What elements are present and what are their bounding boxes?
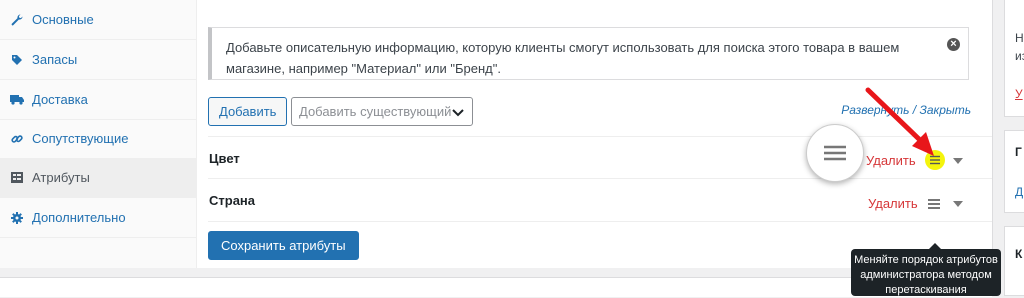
tab-label: Дополнительно [32,210,126,225]
notice-text: Добавьте описательную информацию, котору… [226,40,900,76]
sidebar-box-title: К [1015,247,1023,261]
sidebar-box-title: Г [1015,145,1022,159]
reorder-tooltip: Меняйте порядок атрибутов администратора… [851,243,1001,296]
truck-icon [10,94,24,105]
magnified-drag-handle [806,124,864,182]
tab-label: Запасы [32,52,78,67]
tag-icon [10,54,24,66]
tab-attributes[interactable]: Атрибуты [0,158,196,198]
sidebar-box: К [1004,226,1024,296]
attribute-name: Цвет [209,151,240,166]
sidebar-box: Н из У [1004,0,1024,117]
sidebar-text: из [1015,49,1024,63]
sidebar-box: Г Д [1004,130,1024,213]
tab-label: Атрибуты [32,170,90,185]
attribute-row[interactable]: Страна Удалить [208,178,992,221]
existing-attribute-select[interactable]: Добавить существующий [291,97,473,126]
tooltip-pointer [929,243,941,249]
tab-inventory[interactable]: Запасы [0,40,196,80]
wrench-icon [10,13,24,26]
gear-icon [10,211,24,224]
delete-link[interactable]: Удалить [868,196,918,211]
select-placeholder: Добавить существующий [299,104,452,119]
attribute-name: Страна [209,193,256,208]
right-sidebar: Н из У Г Д К [1004,0,1024,296]
add-attribute-button[interactable]: Добавить [208,97,288,126]
expand-arrow-icon[interactable] [953,158,963,164]
save-attributes-button[interactable]: Сохранить атрибуты [208,231,359,260]
lower-panel [0,277,992,297]
tab-linked-products[interactable]: Сопутствующие [0,119,196,159]
divider [208,221,992,222]
tab-general[interactable]: Основные [0,0,196,40]
link-icon [10,133,24,145]
info-notice: Добавьте описательную информацию, котору… [208,27,969,80]
product-data-tabs: Основные Запасы Доставка Сопутствующие А… [0,0,197,268]
tab-advanced[interactable]: Дополнительно [0,198,196,238]
drag-handle-icon [824,145,846,161]
sidebar-text: Н [1015,31,1024,45]
sidebar-link[interactable]: У [1015,87,1023,101]
annotation-arrow [865,87,934,156]
chevron-down-icon [452,106,464,121]
tab-label: Основные [32,12,94,27]
list-icon [10,172,24,183]
close-icon[interactable]: × [947,38,960,51]
tooltip-text: Меняйте порядок атрибутов администратора… [854,254,998,296]
sidebar-link[interactable]: Д [1015,185,1023,199]
expand-arrow-icon[interactable] [953,201,963,207]
drag-handle-icon[interactable] [926,196,942,212]
tab-label: Сопутствующие [32,131,129,146]
tab-shipping[interactable]: Доставка [0,80,196,120]
tab-label: Доставка [32,92,88,107]
